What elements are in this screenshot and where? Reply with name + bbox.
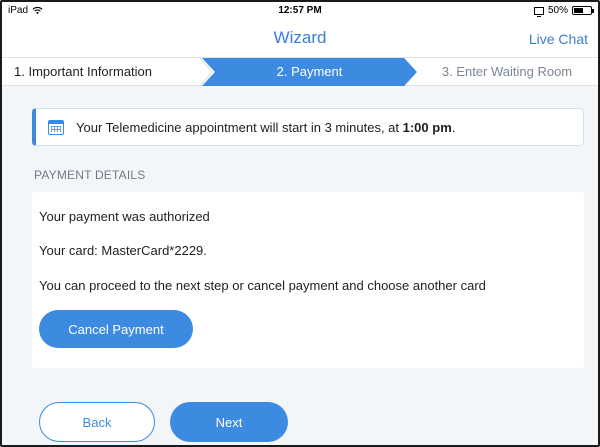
status-time: 12:57 PM xyxy=(278,5,322,16)
page-title: Wizard xyxy=(273,28,327,47)
next-button[interactable]: Next xyxy=(170,402,288,442)
step-separator-chevron xyxy=(200,58,213,86)
card-info-text: Your card: MasterCard*2229. xyxy=(39,243,207,258)
payment-section-label: PAYMENT DETAILS xyxy=(34,168,146,182)
notice-text-prefix: Your Telemedicine appointment will start… xyxy=(76,119,403,135)
status-bar: iPad 12:57 PM 50% xyxy=(2,2,598,20)
instructions-text: You can proceed to the next step or canc… xyxy=(39,278,486,293)
live-chat-link[interactable]: Live Chat xyxy=(529,31,588,47)
step-enter-waiting-room[interactable]: 3. Enter Waiting Room xyxy=(412,58,598,86)
payment-authorized-text: Your payment was authorized xyxy=(39,209,210,224)
notice-text-suffix: . xyxy=(451,119,456,135)
back-button[interactable]: Back xyxy=(39,402,155,442)
app-frame: iPad 12:57 PM 50% Wizard Live Chat 1. Im… xyxy=(0,0,600,447)
appointment-notice: Your Telemedicine appointment will start… xyxy=(32,108,584,146)
payment-details-card: Your payment was authorized Your card: M… xyxy=(32,192,584,368)
calendar-icon xyxy=(48,119,64,135)
battery-icon xyxy=(572,6,594,15)
cancel-payment-button[interactable]: Cancel Payment xyxy=(39,310,193,348)
status-right: 50% xyxy=(533,5,594,17)
notice-text: Your Telemedicine appointment will start… xyxy=(76,120,455,135)
notice-time: 1:00 pm xyxy=(402,119,452,135)
wizard-steps: 1. Important Information 2. Payment 3. E… xyxy=(2,58,598,86)
screen-mirroring-icon xyxy=(533,6,544,17)
battery-percent: 50% xyxy=(547,5,568,16)
header: Wizard Live Chat xyxy=(2,20,598,58)
step-payment[interactable]: 2. Payment xyxy=(202,58,417,86)
step-important-information[interactable]: 1. Important Information xyxy=(2,58,212,86)
